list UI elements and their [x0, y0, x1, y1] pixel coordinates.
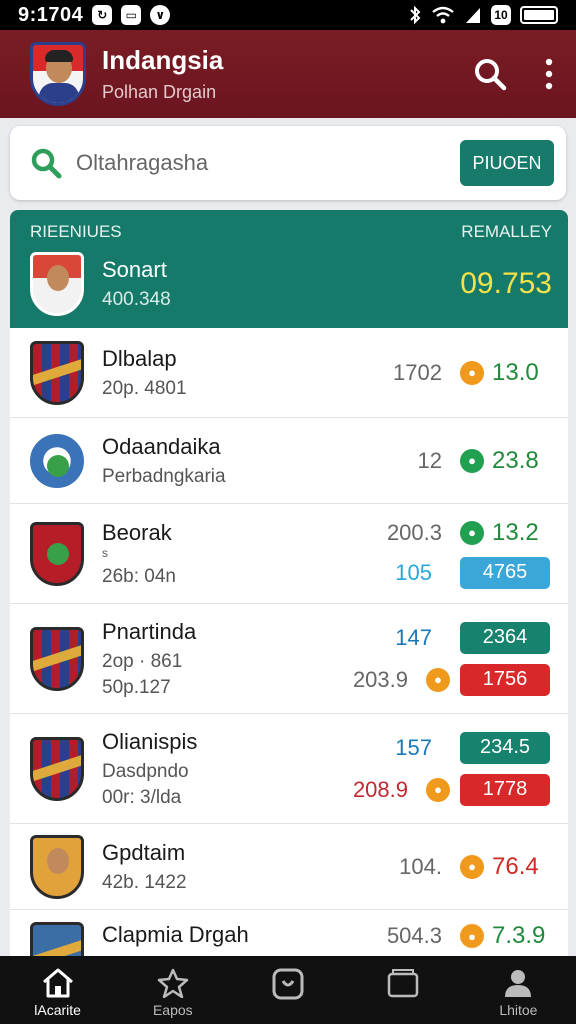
- team-value: 105: [395, 559, 432, 585]
- search-icon: [31, 148, 62, 179]
- sim-icon: 10: [491, 5, 511, 25]
- search-bar: Oltahragasha PIUOEN: [10, 126, 566, 200]
- nav-files[interactable]: [346, 956, 461, 1024]
- team-crest: [30, 340, 84, 405]
- score-pill[interactable]: 2364: [460, 621, 550, 654]
- app-bar: Indangsia Polhan Drgain: [0, 30, 576, 118]
- nav-favorites[interactable]: Eapos: [115, 956, 230, 1024]
- score-pill[interactable]: 1778: [460, 773, 550, 806]
- team-crest: [30, 736, 84, 801]
- team-name: Olianispis: [102, 728, 198, 754]
- board-header: RIEENIUES REMALLEY Sonart 400.348 09.753: [10, 210, 568, 328]
- team-crest: [30, 433, 84, 488]
- search-icon[interactable]: [472, 56, 508, 92]
- star-icon: [157, 968, 189, 998]
- list-item[interactable]: Dlbalap 20p. 4801 1702 ● 13.0: [10, 328, 568, 418]
- team-sub: 20p. 4801: [102, 377, 187, 399]
- team-name: Pnartinda: [102, 618, 197, 644]
- ranking-board: RIEENIUES REMALLEY Sonart 400.348 09.753…: [10, 210, 568, 956]
- team-value: 104.: [399, 853, 442, 879]
- list-item[interactable]: Beorak s 26b: 04n 200.3 ● 13.2 105 4765: [10, 504, 568, 604]
- list-item[interactable]: Olianispis Dasdpndo 00r: 3/lda 157 234.5…: [10, 714, 568, 824]
- team-name: Clapmia Drgah: [102, 922, 249, 947]
- tv-icon: ▭: [121, 5, 142, 25]
- search-input[interactable]: Oltahragasha: [76, 150, 208, 176]
- team-crest: [30, 252, 84, 316]
- coin-icon: ●: [460, 854, 484, 879]
- chevron-icon: ∨: [150, 5, 171, 25]
- score-pill[interactable]: 234.5: [460, 731, 550, 764]
- team-crest: [30, 626, 84, 691]
- team-score: 76.4: [492, 852, 539, 880]
- header-score: 09.753: [460, 267, 552, 300]
- coin-icon: ●: [460, 360, 484, 385]
- coin-icon: ●: [426, 667, 450, 692]
- team-value: 157: [395, 734, 432, 760]
- team-sub: Dasdpndo: [102, 760, 189, 782]
- folder-icon: [387, 969, 419, 998]
- team-value: 147: [395, 624, 432, 650]
- header-team-name: Sonart: [102, 257, 167, 282]
- team-sub: Perbadngkaria: [102, 465, 226, 487]
- team-sub: 50p.127: [102, 676, 171, 698]
- bottom-nav: lAcarite Eapos Lhitoe: [0, 956, 576, 1024]
- wifi-icon: [432, 6, 454, 24]
- list-item[interactable]: Gpdtaim 42b. 1422 104. ● 76.4: [10, 824, 568, 910]
- team-mark: s: [102, 545, 108, 560]
- sync-icon: ↻: [92, 5, 113, 25]
- team-sub: 00r: 3/lda: [102, 786, 182, 808]
- home-icon: [42, 968, 73, 998]
- team-score: 13.2: [492, 518, 539, 546]
- list-item[interactable]: Odaandaika Perbadngkaria 12 ● 23.8: [10, 418, 568, 504]
- status-time: 9:1704: [18, 3, 84, 26]
- team-value: 200.3: [386, 519, 442, 545]
- nav-label: lAcarite: [34, 1002, 81, 1018]
- score-pill[interactable]: 4765: [460, 556, 550, 589]
- team-score: 13.0: [492, 358, 539, 386]
- nav-apps[interactable]: [230, 956, 345, 1024]
- team-crest: [30, 834, 84, 899]
- list-item[interactable]: Clapmia Drgah 504.3 ● 7.3.9: [10, 910, 568, 956]
- nav-label: Eapos: [152, 1002, 193, 1018]
- header-right-label: REMALLEY: [461, 222, 552, 241]
- score-pill[interactable]: 1756: [460, 663, 550, 696]
- person-icon: [505, 970, 532, 997]
- team-sub: 26b: 04n: [102, 565, 176, 587]
- nav-profile[interactable]: Lhitoe: [461, 956, 576, 1024]
- nav-label: Lhitoe: [499, 1002, 538, 1018]
- team-value: 208.9: [352, 776, 408, 802]
- app-subtitle: Polhan Drgain: [102, 82, 217, 102]
- team-sub: 42b. 1422: [102, 871, 187, 893]
- team-score: 23.8: [492, 446, 539, 474]
- coin-icon: ●: [426, 777, 450, 802]
- more-vert-icon[interactable]: [544, 58, 554, 90]
- team-score: 7.3.9: [492, 922, 546, 949]
- signal-icon: [466, 8, 480, 23]
- team-crest: [30, 922, 84, 956]
- search-button[interactable]: PIUOEN: [460, 140, 554, 186]
- bluetooth-icon: [410, 5, 421, 25]
- team-name: Beorak: [102, 519, 172, 545]
- coin-icon: ●: [460, 520, 484, 545]
- coin-icon: ●: [460, 448, 484, 473]
- app-title: Indangsia: [102, 45, 224, 75]
- list-item[interactable]: Pnartinda 2op · 861 50p.127 147 2364 203…: [10, 604, 568, 714]
- team-value: 12: [417, 447, 442, 473]
- coin-icon: ●: [460, 924, 484, 948]
- team-crest: [30, 521, 84, 586]
- team-name: Gpdtaim: [102, 839, 186, 865]
- player-portrait-logo[interactable]: [30, 42, 86, 106]
- battery-icon: [520, 6, 558, 24]
- header-team-sub: 400.348: [102, 289, 171, 310]
- team-value: 203.9: [352, 666, 408, 692]
- team-value: 504.3: [386, 923, 442, 948]
- status-bar: 9:1704 ↻ ▭ ∨ 10: [0, 0, 576, 30]
- app-square-icon: [272, 968, 304, 1000]
- team-name: Dlbalap: [102, 345, 177, 371]
- team-value: 1702: [393, 359, 442, 385]
- nav-home[interactable]: lAcarite: [0, 956, 115, 1024]
- header-left-label: RIEENIUES: [30, 222, 122, 241]
- team-name: Odaandaika: [102, 433, 221, 459]
- team-sub: 2op · 861: [102, 650, 183, 672]
